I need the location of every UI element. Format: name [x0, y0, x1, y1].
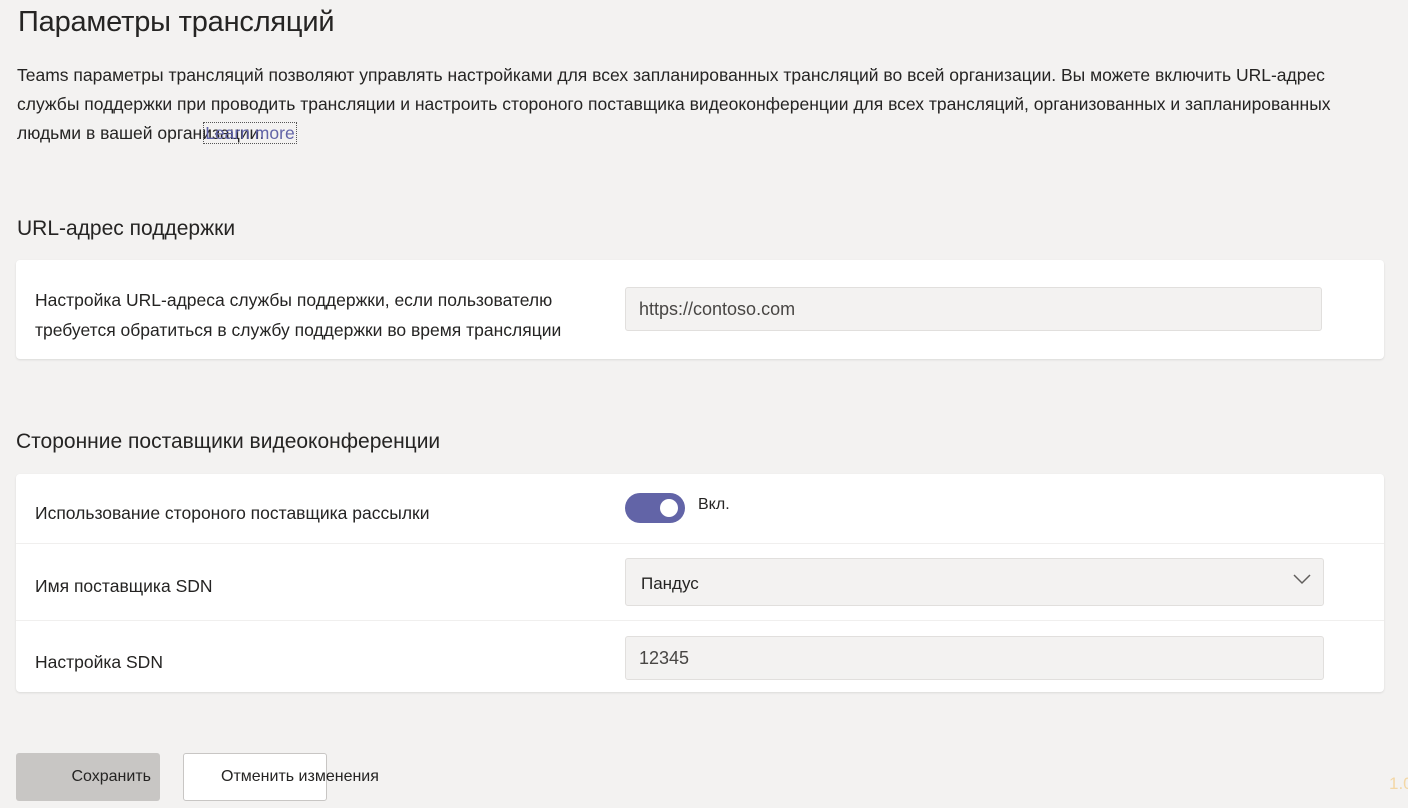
third-party-provider-row: Использование стороного поставщика рассы… [16, 474, 1384, 544]
page-title: Параметры трансляций [18, 6, 335, 38]
video-providers-card: Использование стороного поставщика рассы… [16, 474, 1384, 692]
cancel-changes-button[interactable]: Отменить изменения [183, 753, 379, 801]
page-description: Teams параметры трансляций позволяют упр… [17, 61, 1377, 148]
sdn-config-row: Настройка SDN 12345 [16, 621, 1384, 694]
sdn-config-input[interactable]: 12345 [625, 636, 1324, 680]
support-url-card: Настройка URL-адреса службы поддержки, е… [16, 260, 1384, 359]
section-title-support-url: URL-адрес поддержки [17, 217, 236, 240]
sdn-provider-dropdown[interactable]: Пандус [625, 558, 1324, 606]
sdn-provider-label: Имя поставщика SDN [35, 576, 213, 596]
sdn-config-label: Настройка SDN [35, 652, 163, 672]
learn-more-link[interactable]: Learn more [203, 122, 297, 144]
corner-version-text: 1.0 [1389, 774, 1408, 793]
support-url-row: Настройка URL-адреса службы поддержки, е… [16, 260, 1384, 359]
section-title-video-providers: Сторонние поставщики видеоконференции [16, 430, 441, 453]
chevron-down-icon [1293, 574, 1311, 585]
save-button[interactable]: Сохранить [16, 753, 160, 801]
toggle-knob [660, 499, 678, 517]
toggle-state-label: Вкл. [698, 496, 730, 513]
third-party-provider-label: Использование стороного поставщика рассы… [35, 503, 430, 523]
support-url-label: Настройка URL-адреса службы поддержки, е… [35, 290, 562, 340]
sdn-provider-row: Имя поставщика SDN Пандус [16, 544, 1384, 621]
sdn-provider-value: Пандус [641, 574, 699, 593]
support-url-input[interactable]: https://contoso.com [625, 287, 1322, 331]
third-party-provider-toggle[interactable] [625, 493, 685, 523]
